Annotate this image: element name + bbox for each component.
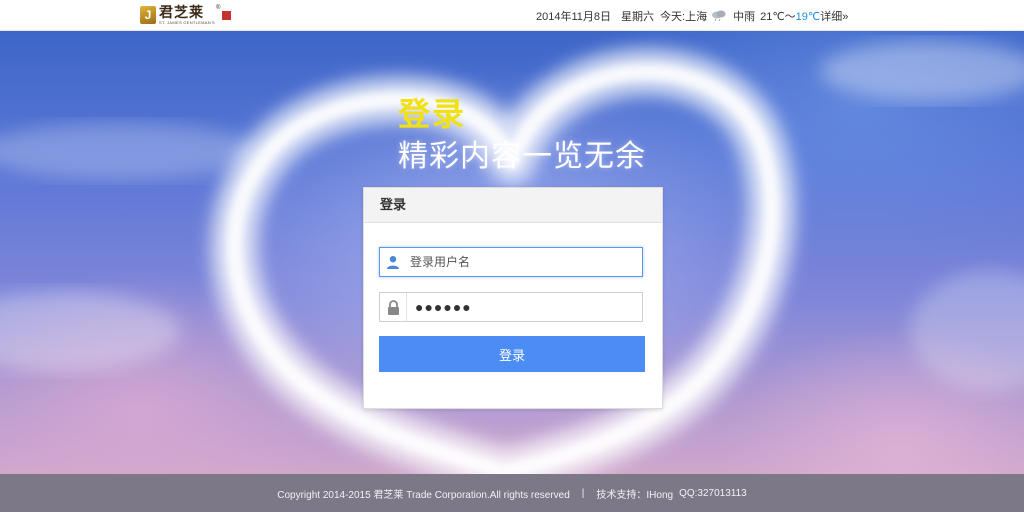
login-panel: 登录 ●●●●●● 登录 bbox=[363, 187, 663, 409]
login-button[interactable]: 登录 bbox=[379, 336, 645, 372]
login-panel-header: 登录 bbox=[364, 188, 662, 223]
logo-mark-icon: J bbox=[140, 6, 156, 24]
weather-detail-link[interactable]: 详细» bbox=[820, 8, 848, 24]
weather-widget: 2014年11月8日 星期六 今天: 上海 中雨 21℃ ～ 19℃ 详细» bbox=[536, 8, 848, 24]
weather-condition: 中雨 bbox=[733, 11, 756, 23]
user-icon bbox=[380, 248, 406, 276]
hero-background: 登录 精彩内容一览无余 登录 登录用户名 ●●●●●● 登录 bbox=[0, 31, 1024, 474]
password-input[interactable]: ●●●●●● bbox=[407, 299, 642, 315]
login-page: J 君芝莱 ST. JAMES GENTLEMAN'S ® 2014年11月8日… bbox=[0, 0, 1024, 512]
hero-subtitle: 精彩内容一览无余 bbox=[398, 140, 646, 173]
logo-seal-icon bbox=[222, 10, 232, 20]
lock-icon bbox=[380, 293, 407, 321]
weather-temp-high: 21℃ bbox=[760, 10, 785, 23]
weather-date: 2014年11月8日 bbox=[536, 11, 612, 23]
rain-cloud-icon bbox=[711, 9, 727, 24]
weather-temp-separator: ～ bbox=[784, 11, 796, 23]
top-bar: J 君芝莱 ST. JAMES GENTLEMAN'S ® 2014年11月8日… bbox=[0, 0, 1024, 31]
footer-qq: QQ:327013113 bbox=[679, 487, 747, 499]
brand-logo[interactable]: J 君芝莱 ST. JAMES GENTLEMAN'S ® bbox=[140, 4, 232, 25]
username-field[interactable] bbox=[379, 247, 643, 277]
weather-temp-low: 19℃ bbox=[795, 10, 821, 23]
footer-copyright: Copyright 2014-2015 君芝莱 Trade Corporatio… bbox=[277, 489, 570, 501]
logo-text: 君芝莱 bbox=[159, 4, 204, 21]
weather-weekday: 星期六 bbox=[621, 11, 655, 23]
password-field[interactable]: ●●●●●● bbox=[379, 292, 643, 322]
weather-city: 上海 bbox=[685, 11, 708, 23]
logo-registered-mark: ® bbox=[215, 5, 221, 11]
logo-english: ST. JAMES GENTLEMAN'S bbox=[159, 19, 215, 25]
footer-separator: | bbox=[581, 487, 585, 499]
footer: Copyright 2014-2015 君芝莱 Trade Corporatio… bbox=[0, 474, 1024, 512]
hero-title: 登录 bbox=[398, 96, 467, 132]
weather-today-label: 今天: bbox=[660, 11, 686, 23]
footer-support: 技术支持：IHong bbox=[596, 489, 674, 501]
username-input[interactable] bbox=[406, 248, 642, 276]
